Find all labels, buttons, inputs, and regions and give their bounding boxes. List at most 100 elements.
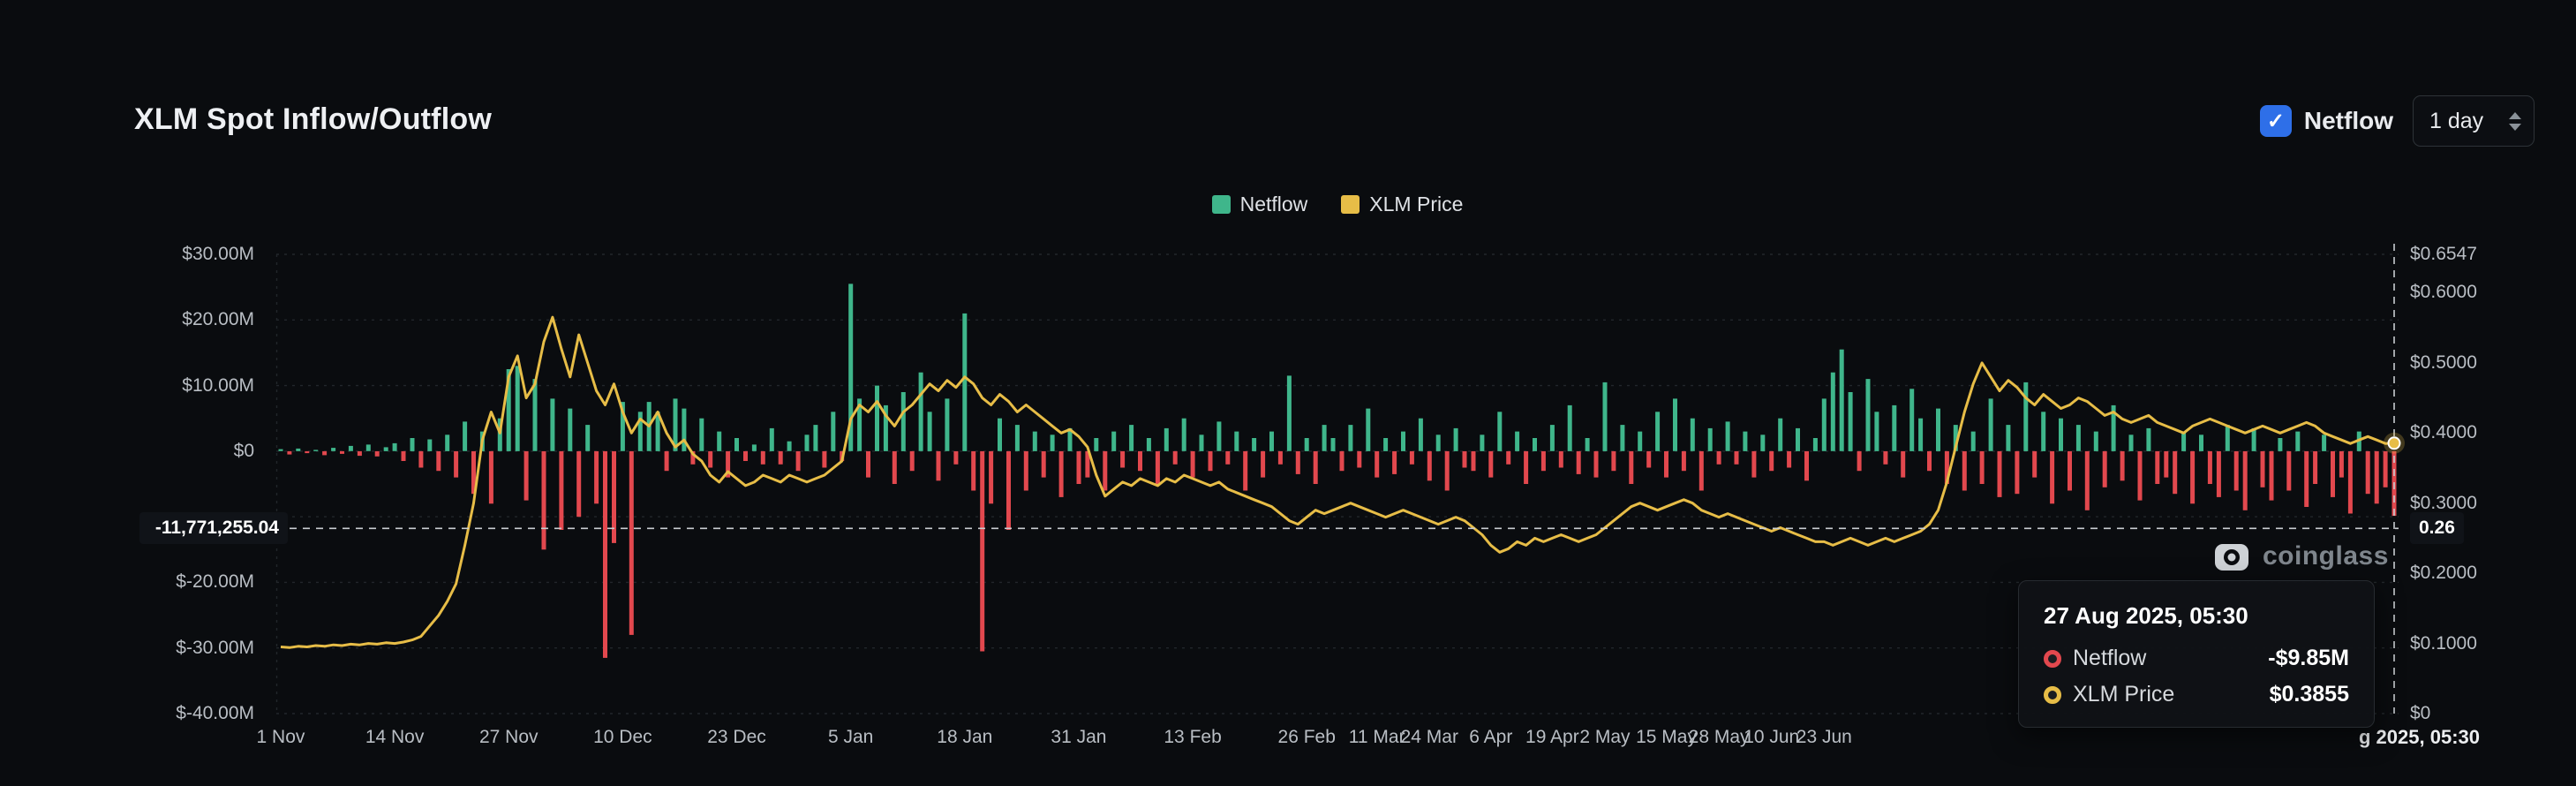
netflow-bar[interactable] [1234,432,1239,451]
netflow-bar[interactable] [2199,435,2203,451]
netflow-bar[interactable] [2146,428,2150,451]
netflow-bar[interactable] [1209,451,1213,471]
netflow-bar[interactable] [2129,435,2134,451]
netflow-bar[interactable] [945,398,949,450]
netflow-bar[interactable] [1568,405,1572,451]
netflow-bar[interactable] [1515,432,1519,451]
netflow-bar[interactable] [1164,428,1169,451]
netflow-bar[interactable] [1980,451,1985,484]
netflow-bar[interactable] [2023,382,2028,451]
netflow-bar[interactable] [2261,451,2265,487]
netflow-bar[interactable] [1191,451,1195,478]
interval-select[interactable]: 1 day [2413,95,2535,147]
netflow-bar[interactable] [1866,379,1871,451]
netflow-bar[interactable] [1173,451,1178,465]
netflow-bar[interactable] [1586,438,1590,451]
netflow-bar[interactable] [665,451,669,471]
netflow-bar[interactable] [1129,425,1134,451]
netflow-bar[interactable] [1138,451,1142,471]
netflow-bar[interactable] [2041,412,2045,451]
netflow-bar[interactable] [1813,438,1818,451]
netflow-bar[interactable] [831,412,835,451]
netflow-bar[interactable] [1094,438,1098,451]
netflow-bar[interactable] [1042,451,1046,478]
netflow-bar[interactable] [1849,392,1853,451]
netflow-bar[interactable] [1787,451,1791,468]
netflow-bar[interactable] [2226,425,2230,451]
netflow-bar[interactable] [980,451,984,652]
netflow-bar[interactable] [2270,451,2274,501]
netflow-bar[interactable] [1971,432,1976,451]
netflow-bar[interactable] [1857,451,1862,471]
netflow-bar[interactable] [743,451,748,461]
netflow-bar[interactable] [1480,435,1484,451]
netflow-bar[interactable] [1103,451,1107,491]
netflow-bar[interactable] [305,451,309,453]
netflow-bar[interactable] [1340,451,1344,471]
netflow-bar[interactable] [1901,451,1905,478]
netflow-bar[interactable] [1269,432,1274,451]
netflow-bar[interactable] [2155,451,2159,484]
netflow-bar[interactable] [699,419,704,451]
netflow-bar[interactable] [1322,425,1327,451]
netflow-bar[interactable] [1577,451,1581,474]
netflow-bar[interactable] [1769,451,1774,471]
netflow-bar[interactable] [1760,435,1765,451]
netflow-bar[interactable] [550,398,554,450]
netflow-bar[interactable] [2032,451,2037,478]
netflow-bar[interactable] [1445,451,1450,491]
netflow-bar[interactable] [752,444,757,450]
netflow-bar[interactable] [998,419,1002,451]
netflow-bar[interactable] [322,451,327,456]
netflow-bar[interactable] [1278,451,1283,465]
netflow-bar[interactable] [559,451,563,530]
netflow-bar[interactable] [1936,409,1940,451]
netflow-bar[interactable] [1726,421,1730,450]
netflow-bar[interactable] [436,451,441,471]
netflow-bar[interactable] [1156,451,1160,484]
netflow-bar[interactable] [340,451,344,454]
netflow-bar[interactable] [1287,375,1292,450]
netflow-bar[interactable] [568,409,572,451]
netflow-bar[interactable] [1410,451,1414,465]
netflow-bar[interactable] [1708,428,1713,451]
netflow-checkbox[interactable]: ✓ [2260,105,2292,137]
netflow-bar[interactable] [1840,350,1844,451]
netflow-bar[interactable] [366,444,371,450]
netflow-bar[interactable] [1463,451,1467,468]
netflow-bar[interactable] [454,451,458,478]
netflow-bar[interactable] [1252,438,1256,451]
netflow-bar[interactable] [375,451,380,457]
netflow-bar[interactable] [2120,451,2125,480]
netflow-bar[interactable] [629,451,634,635]
netflow-bar[interactable] [418,451,423,468]
netflow-bar[interactable] [1778,419,1782,451]
netflow-bar[interactable] [901,392,906,451]
netflow-bar[interactable] [1559,451,1563,468]
netflow-bar[interactable] [1392,451,1397,474]
netflow-bar[interactable] [1909,389,1914,451]
netflow-bar[interactable] [708,451,712,468]
netflow-bar[interactable] [1348,425,1352,451]
netflow-bar[interactable] [2366,451,2370,494]
netflow-bar[interactable] [2339,451,2344,478]
netflow-bar[interactable] [1743,432,1747,451]
netflow-bar[interactable] [2181,432,2186,451]
netflow-bar[interactable] [2384,451,2388,487]
netflow-bar[interactable] [2138,451,2143,501]
netflow-bar[interactable] [2348,451,2353,514]
netflow-bar[interactable] [1051,435,1055,451]
netflow-bar[interactable] [516,366,520,451]
netflow-bar[interactable] [1962,451,1967,491]
netflow-bar[interactable] [1874,412,1879,451]
netflow-bar[interactable] [1182,419,1186,451]
netflow-bar[interactable] [2173,451,2177,494]
netflow-bar[interactable] [2304,451,2309,507]
netflow-bar[interactable] [411,438,415,451]
netflow-bar[interactable] [1524,451,1528,484]
netflow-bar[interactable] [953,451,958,465]
netflow-bar[interactable] [962,314,967,451]
netflow-bar[interactable] [542,451,546,549]
netflow-bar[interactable] [445,435,449,451]
netflow-bar[interactable] [813,425,817,451]
